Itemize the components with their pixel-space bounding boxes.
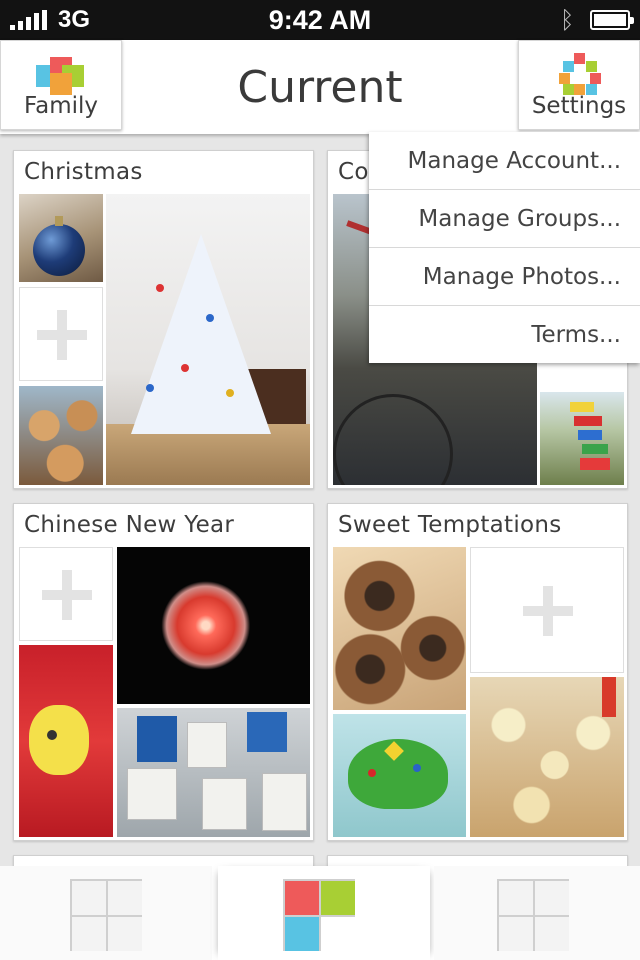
- tab-right[interactable]: [434, 866, 640, 960]
- album-card-chinese-new-year[interactable]: Chinese New Year: [13, 503, 314, 841]
- cupcake-photo[interactable]: [333, 714, 466, 837]
- dragon-photo[interactable]: [19, 645, 113, 837]
- cinnamon-rolls-photo[interactable]: [333, 547, 466, 710]
- menu-item-manage-account[interactable]: Manage Account...: [369, 132, 640, 190]
- settings-icon: [559, 53, 601, 95]
- settings-label: Settings: [531, 93, 627, 119]
- family-icon: [36, 57, 86, 95]
- christmas-tree-photo[interactable]: [106, 194, 310, 485]
- album-card-sweet-temptations[interactable]: Sweet Temptations: [327, 503, 628, 841]
- family-label: Family: [23, 93, 98, 119]
- settings-button[interactable]: Settings: [518, 40, 640, 130]
- family-button[interactable]: Family: [0, 40, 122, 130]
- album-title: Chinese New Year: [24, 512, 235, 538]
- gingerbread-photo[interactable]: [19, 386, 103, 485]
- tab-left[interactable]: [0, 866, 212, 960]
- page-title: Current: [237, 62, 403, 113]
- album-title: Sweet Temptations: [338, 512, 562, 538]
- album-card-christmas[interactable]: Christmas: [13, 150, 314, 489]
- add-photo-button[interactable]: [19, 287, 103, 381]
- grid-icon: [70, 879, 142, 951]
- mahjong-photo[interactable]: [117, 708, 310, 837]
- ornament-photo[interactable]: [19, 194, 103, 282]
- banana-dessert-photo[interactable]: [470, 677, 624, 837]
- tab-bar: [0, 866, 640, 960]
- menu-item-manage-photos[interactable]: Manage Photos...: [369, 248, 640, 306]
- status-bar: 3G 9:42 AM ᛒ: [0, 0, 640, 40]
- status-time: 9:42 AM: [268, 5, 372, 35]
- battery-icon: [590, 10, 634, 30]
- color-grid-icon: [283, 879, 355, 951]
- bluetooth-icon: ᛒ: [560, 7, 575, 34]
- menu-item-terms[interactable]: Terms...: [369, 306, 640, 364]
- album-title: Christmas: [24, 159, 143, 185]
- menu-item-manage-groups[interactable]: Manage Groups...: [369, 190, 640, 248]
- grid-icon: [497, 879, 569, 951]
- add-photo-button[interactable]: [470, 547, 624, 673]
- header: Family Current Settings: [0, 40, 640, 134]
- toy-blocks-photo[interactable]: [540, 392, 624, 485]
- fireworks-photo[interactable]: [117, 547, 310, 704]
- settings-menu: Manage Account... Manage Groups... Manag…: [369, 132, 640, 363]
- add-photo-button[interactable]: [19, 547, 113, 641]
- album-title: Co: [338, 159, 369, 185]
- tab-current[interactable]: [218, 866, 430, 960]
